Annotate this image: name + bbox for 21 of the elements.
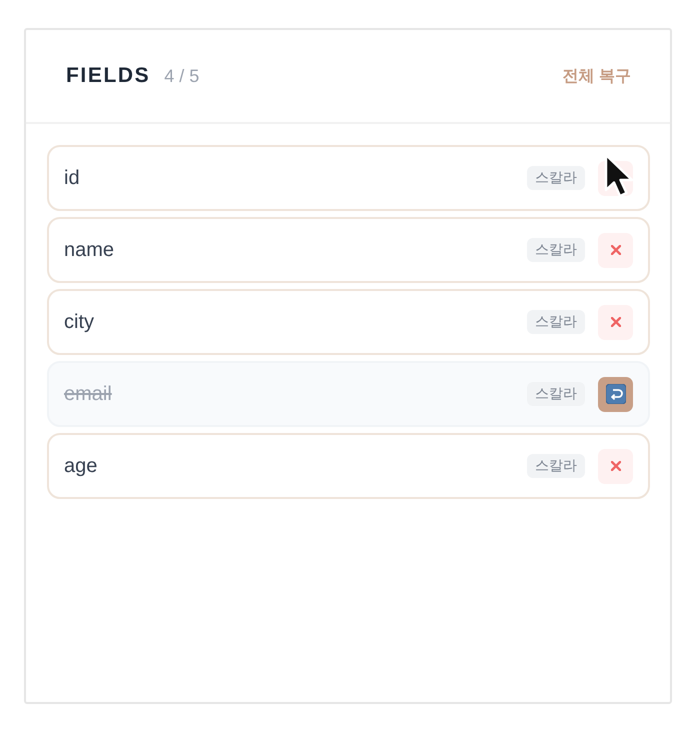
type-badge: 스칼라 (527, 238, 585, 262)
field-count: 4 / 5 (164, 66, 200, 86)
panel-title: FIELDS (66, 64, 150, 88)
return-arrow-icon (606, 384, 626, 404)
type-badge: 스칼라 (527, 382, 585, 406)
cross-icon (610, 245, 620, 255)
restore-all-link[interactable]: 전체 복구 (562, 66, 631, 86)
type-badge: 스칼라 (527, 310, 585, 334)
field-name: city (64, 310, 95, 334)
field-name: email (64, 382, 113, 406)
remove-button[interactable] (598, 448, 633, 484)
cross-icon (610, 317, 620, 327)
remove-button[interactable] (598, 232, 633, 268)
field-name: name (64, 238, 116, 262)
cross-icon (610, 461, 620, 471)
field-name: id (64, 166, 81, 190)
field-name: age (64, 454, 98, 478)
restore-button[interactable] (598, 376, 633, 412)
remove-button[interactable] (598, 304, 633, 340)
type-badge: 스칼라 (527, 454, 585, 478)
type-badge: 스칼라 (527, 166, 585, 190)
